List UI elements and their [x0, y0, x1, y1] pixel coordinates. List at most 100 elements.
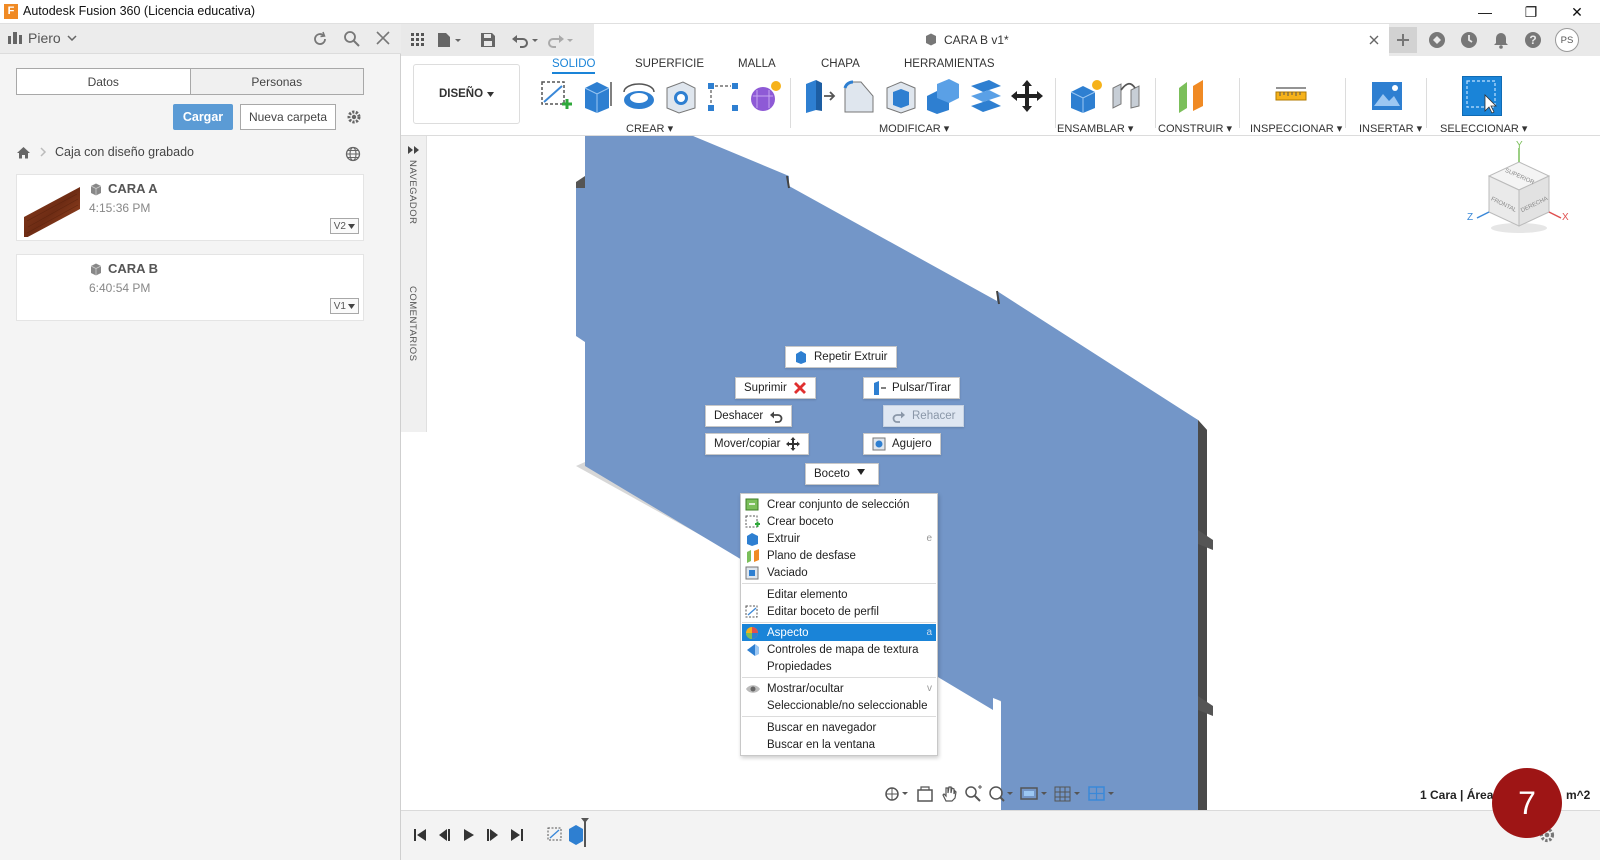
- press-pull-icon[interactable]: [800, 78, 836, 114]
- search-icon[interactable]: [343, 30, 361, 48]
- combine-icon[interactable]: [925, 78, 961, 114]
- new-tab-button[interactable]: [1389, 27, 1417, 53]
- shell-icon[interactable]: [883, 78, 919, 114]
- file-card[interactable]: CARA B 6:40:54 PM V1: [16, 254, 364, 321]
- tab-chapa[interactable]: CHAPA: [821, 58, 860, 70]
- close-panel-icon[interactable]: [376, 31, 390, 45]
- go-to-end-icon[interactable]: [510, 828, 524, 842]
- timeline-extrude-icon[interactable]: [567, 817, 589, 847]
- menu-item-selectable[interactable]: Seleccionable/no seleccionable: [742, 697, 936, 714]
- new-component-icon[interactable]: [1068, 78, 1104, 114]
- pan-icon[interactable]: [940, 785, 958, 803]
- help-icon[interactable]: ?: [1524, 31, 1542, 49]
- step-back-icon[interactable]: [437, 828, 451, 842]
- menu-item-create-selection-set[interactable]: Crear conjunto de selección: [742, 496, 936, 513]
- menu-item-edit-profile-sketch[interactable]: Editar boceto de perfil: [742, 603, 936, 620]
- expand-icon[interactable]: [408, 146, 420, 154]
- version-dropdown[interactable]: V1: [329, 298, 359, 314]
- notifications-icon[interactable]: [1492, 31, 1510, 49]
- move-icon[interactable]: [1009, 78, 1045, 114]
- display-settings-icon[interactable]: [1020, 785, 1048, 803]
- tab-solido[interactable]: SOLIDO: [552, 58, 596, 74]
- sketch-dropdown[interactable]: Boceto: [805, 463, 879, 485]
- look-at-icon[interactable]: [916, 785, 934, 803]
- tab-personas[interactable]: Personas: [189, 69, 363, 94]
- hole-icon[interactable]: [663, 78, 699, 114]
- fillet-icon[interactable]: [841, 78, 877, 114]
- offset-face-icon[interactable]: [967, 78, 1003, 114]
- pattern-icon[interactable]: [705, 78, 741, 114]
- tab-superficie[interactable]: SUPERFICIE: [635, 58, 704, 70]
- menu-item-find-in-browser[interactable]: Buscar en navegador: [742, 719, 936, 736]
- breadcrumb-project[interactable]: Caja con diseño grabado: [55, 145, 194, 159]
- menu-item-properties[interactable]: Propiedades: [742, 658, 936, 675]
- document-tab[interactable]: CARA B v1*: [594, 24, 1389, 56]
- menu-item-extrude[interactable]: Extruir e: [742, 530, 936, 547]
- home-icon[interactable]: [16, 146, 31, 159]
- group-inspeccionar[interactable]: INSPECCIONAR ▾: [1250, 122, 1342, 135]
- 3d-canvas[interactable]: SUPERIOR FRONTAL DERECHA Y Z X: [401, 136, 1600, 810]
- menu-item-show-hide[interactable]: Mostrar/ocultar v: [742, 680, 936, 697]
- close-tab-icon[interactable]: [1369, 35, 1379, 45]
- group-construir[interactable]: CONSTRUIR ▾: [1158, 122, 1232, 135]
- new-folder-button[interactable]: Nueva carpeta: [240, 104, 336, 130]
- grid-settings-icon[interactable]: [1054, 785, 1082, 803]
- menu-item-find-in-window[interactable]: Buscar en la ventana: [742, 736, 936, 753]
- extrude-icon[interactable]: [579, 78, 615, 114]
- timeline-sketch-icon[interactable]: [546, 825, 564, 843]
- repeat-extrude-button[interactable]: Repetir Extruir: [785, 346, 897, 368]
- insert-image-icon[interactable]: [1369, 78, 1405, 114]
- viewports-icon[interactable]: [1088, 785, 1116, 803]
- step-forward-icon[interactable]: [486, 828, 500, 842]
- avatar[interactable]: PS: [1555, 28, 1579, 52]
- model-viewport[interactable]: [401, 136, 1600, 810]
- menu-item-offset-plane[interactable]: Plano de desfase: [742, 547, 936, 564]
- save-icon[interactable]: [480, 32, 496, 48]
- move-copy-button[interactable]: Mover/copiar: [705, 433, 810, 455]
- joint-icon[interactable]: [1109, 78, 1145, 114]
- gear-icon[interactable]: [346, 109, 362, 125]
- comments-tab[interactable]: COMENTARIOS: [407, 286, 418, 362]
- tab-herramientas[interactable]: HERRAMIENTAS: [904, 58, 995, 70]
- group-crear[interactable]: CREAR ▾: [626, 122, 673, 135]
- menu-item-texture-map[interactable]: Controles de mapa de textura: [742, 641, 936, 658]
- refresh-icon[interactable]: [311, 30, 329, 48]
- zoom-icon[interactable]: [964, 785, 982, 803]
- hole-button[interactable]: Agujero: [863, 433, 941, 455]
- group-seleccionar[interactable]: SELECCIONAR ▾: [1440, 122, 1527, 135]
- go-to-start-icon[interactable]: [413, 828, 427, 842]
- press-pull-button[interactable]: Pulsar/Tirar: [863, 377, 960, 399]
- file-card[interactable]: CARA A 4:15:36 PM V2: [16, 174, 364, 241]
- grid-apps-icon[interactable]: [411, 33, 425, 47]
- view-cube[interactable]: SUPERIOR FRONTAL DERECHA Y Z X: [1465, 140, 1571, 246]
- restore-button[interactable]: ❐: [1508, 0, 1554, 24]
- suppress-button[interactable]: Suprimir: [735, 377, 816, 399]
- offset-plane-icon[interactable]: [1173, 78, 1209, 114]
- orbit-icon[interactable]: [884, 785, 910, 803]
- menu-item-create-sketch[interactable]: Crear boceto: [742, 513, 936, 530]
- measure-icon[interactable]: [1273, 78, 1309, 114]
- upload-button[interactable]: Cargar: [173, 104, 233, 130]
- tab-datos[interactable]: Datos: [17, 69, 190, 94]
- create-form-icon[interactable]: [747, 78, 783, 114]
- user-switcher[interactable]: Piero: [8, 30, 77, 46]
- select-button[interactable]: [1462, 76, 1502, 116]
- menu-item-appearance[interactable]: Aspecto a: [742, 624, 936, 641]
- undo-button[interactable]: Deshacer: [705, 405, 793, 427]
- redo-button[interactable]: Rehacer: [883, 405, 965, 427]
- redo-icon[interactable]: [547, 32, 575, 48]
- navigator-tab[interactable]: NAVEGADOR: [407, 160, 418, 225]
- menu-item-shell[interactable]: Vaciado: [742, 564, 936, 581]
- globe-share-icon[interactable]: [345, 146, 361, 162]
- group-ensamblar[interactable]: ENSAMBLAR ▾: [1057, 122, 1133, 135]
- close-button[interactable]: ✕: [1554, 0, 1600, 24]
- group-insertar[interactable]: INSERTAR ▾: [1359, 122, 1422, 135]
- minimize-button[interactable]: —: [1462, 0, 1508, 24]
- workspace-switcher[interactable]: DISEÑO: [413, 64, 520, 124]
- play-icon[interactable]: [462, 828, 476, 842]
- create-sketch-icon[interactable]: [538, 78, 574, 114]
- revolve-icon[interactable]: [621, 78, 657, 114]
- file-menu-icon[interactable]: [437, 32, 463, 48]
- tab-malla[interactable]: MALLA: [738, 58, 776, 70]
- zoom-window-icon[interactable]: [988, 785, 1014, 803]
